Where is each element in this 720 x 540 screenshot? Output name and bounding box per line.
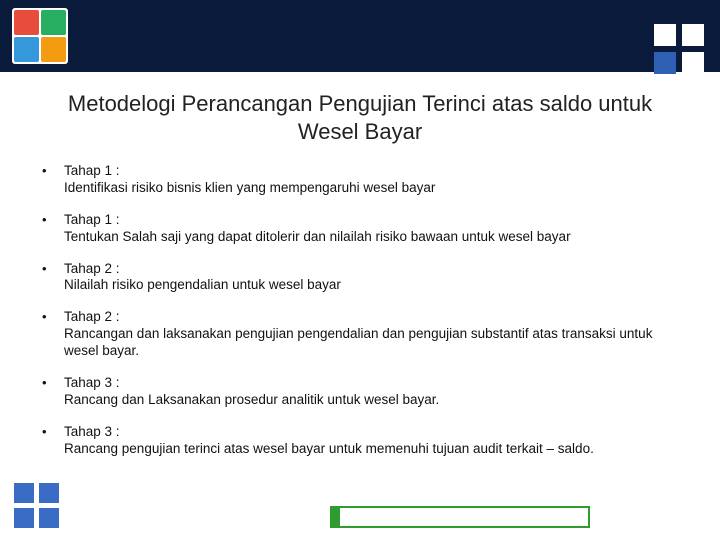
stage-label: Tahap 2 : xyxy=(64,261,684,278)
bullet-list: Tahap 1 : Identifikasi risiko bisnis kli… xyxy=(36,163,684,457)
list-item: Tahap 2 : Nilailah risiko pengendalian u… xyxy=(36,261,684,295)
list-item: Tahap 3 : Rancang dan Laksanakan prosedu… xyxy=(36,375,684,409)
slide-content: Metodelogi Perancangan Pengujian Terinci… xyxy=(0,90,720,472)
stage-label: Tahap 1 : xyxy=(64,163,684,180)
stage-label: Tahap 1 : xyxy=(64,212,684,229)
corner-decor-icon xyxy=(654,24,704,74)
bullet-text: Identifikasi risiko bisnis klien yang me… xyxy=(64,180,435,195)
bullet-text: Rancang dan Laksanakan prosedur analitik… xyxy=(64,392,439,407)
bullet-text: Nilailah risiko pengendalian untuk wesel… xyxy=(64,277,341,292)
bullet-text: Tentukan Salah saji yang dapat ditolerir… xyxy=(64,229,571,244)
footer-decor-icon xyxy=(14,483,59,528)
bullet-text: Rancangan dan laksanakan pengujian penge… xyxy=(64,326,652,358)
footer-progress-bar xyxy=(330,506,590,528)
page-title: Metodelogi Perancangan Pengujian Terinci… xyxy=(36,90,684,145)
list-item: Tahap 1 : Tentukan Salah saji yang dapat… xyxy=(36,212,684,246)
stage-label: Tahap 3 : xyxy=(64,375,684,392)
stage-label: Tahap 3 : xyxy=(64,424,684,441)
list-item: Tahap 2 : Rancangan dan laksanakan pengu… xyxy=(36,309,684,360)
logo-icon xyxy=(12,8,68,64)
stage-label: Tahap 2 : xyxy=(64,309,684,326)
header-band xyxy=(0,0,720,72)
list-item: Tahap 3 : Rancang pengujian terinci atas… xyxy=(36,424,684,458)
list-item: Tahap 1 : Identifikasi risiko bisnis kli… xyxy=(36,163,684,197)
bullet-text: Rancang pengujian terinci atas wesel bay… xyxy=(64,441,594,456)
